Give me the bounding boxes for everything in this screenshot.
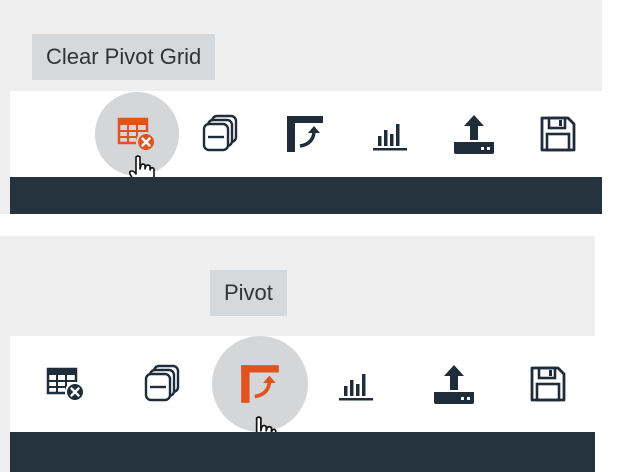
- layers-button[interactable]: [194, 108, 246, 160]
- bar-chart-icon: [373, 124, 407, 151]
- table-clear-icon: [117, 117, 156, 152]
- toolbar-panel-pivot: Pivot: [0, 236, 595, 472]
- toolbar: [10, 91, 602, 188]
- pivot-icon: [241, 365, 279, 403]
- tooltip: Pivot: [210, 270, 287, 316]
- bar-chart-icon: [339, 374, 373, 401]
- layers-icon: [144, 364, 180, 402]
- toolbar-panel-clear-pivot-grid: Clear Pivot Grid: [0, 0, 602, 214]
- pivot-button[interactable]: [279, 108, 331, 160]
- save-icon: [530, 366, 566, 402]
- pivot-button[interactable]: [234, 358, 286, 410]
- export-icon: [434, 365, 474, 404]
- pivot-icon: [287, 116, 323, 152]
- table-clear-icon: [46, 367, 85, 402]
- clear-pivot-grid-button[interactable]: [40, 358, 92, 410]
- save-button[interactable]: [522, 358, 574, 410]
- save-button[interactable]: [532, 108, 584, 160]
- toolbar: [10, 336, 595, 451]
- clear-pivot-grid-button[interactable]: [111, 108, 163, 160]
- dark-header-bar: [10, 432, 595, 472]
- layers-icon: [202, 114, 238, 152]
- layers-button[interactable]: [136, 358, 188, 410]
- export-button[interactable]: [448, 108, 500, 160]
- save-icon: [540, 116, 576, 152]
- bar-chart-button[interactable]: [364, 108, 416, 160]
- bar-chart-button[interactable]: [330, 358, 382, 410]
- tooltip: Clear Pivot Grid: [32, 34, 216, 80]
- dark-header-bar: [10, 177, 602, 214]
- export-icon: [454, 115, 494, 154]
- export-button[interactable]: [428, 358, 480, 410]
